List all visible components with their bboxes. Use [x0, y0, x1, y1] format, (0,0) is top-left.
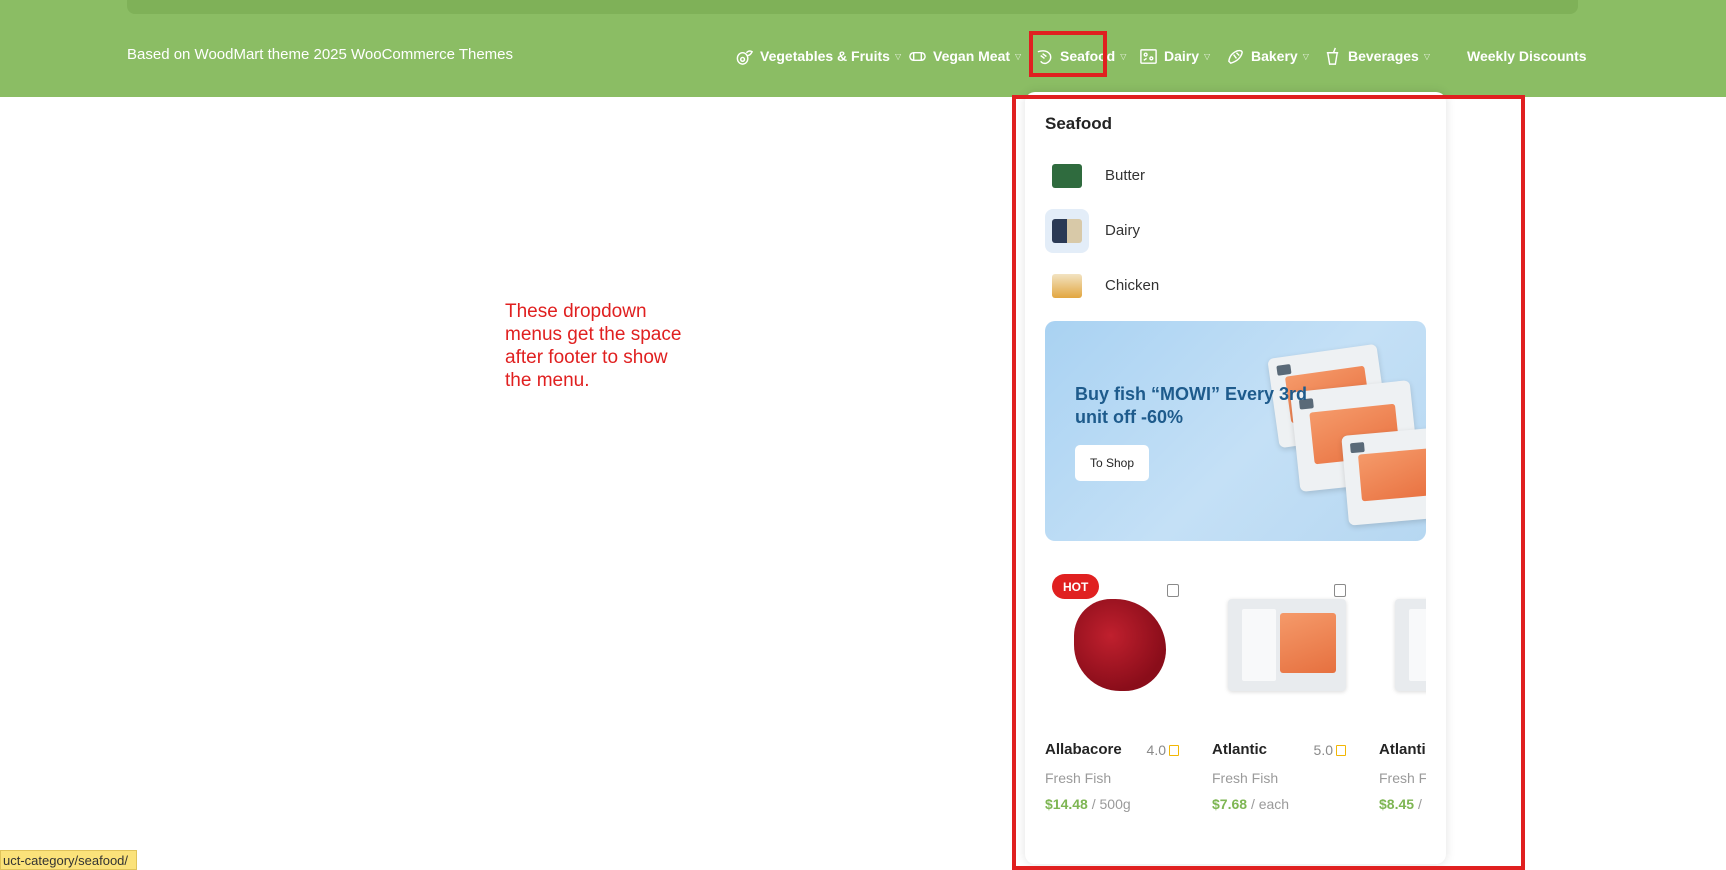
nav-item-dairy[interactable]: Dairy ▽: [1139, 36, 1210, 76]
nav-item-beverages[interactable]: Beverages ▽: [1323, 36, 1430, 76]
site-tagline[interactable]: Based on WoodMart theme 2025 WooCommerce…: [127, 46, 513, 63]
chevron-down-icon: ▽: [1423, 51, 1430, 61]
status-bar-url: uct-category/seafood/: [0, 850, 138, 870]
nav-label: Dairy: [1164, 48, 1200, 64]
nav-label: Weekly Discounts: [1467, 48, 1587, 64]
chevron-down-icon: ▽: [1120, 51, 1127, 61]
nav-label: Bakery: [1251, 48, 1298, 64]
nav-item-weekly-discounts[interactable]: Weekly Discounts: [1467, 36, 1587, 76]
annotation-note: These dropdown menus get the space after…: [505, 301, 682, 391]
chevron-down-icon: ▽: [1302, 51, 1309, 61]
nav-label: Vegetables & Fruits: [760, 48, 890, 64]
annotation-highlight-seafood: [1029, 31, 1107, 77]
nav-label: Beverages: [1348, 48, 1419, 64]
nav-item-bakery[interactable]: Bakery ▽: [1226, 36, 1309, 76]
chevron-down-icon: ▽: [1204, 51, 1211, 61]
cup-icon: [1326, 47, 1339, 65]
chevron-down-icon: ▽: [1015, 51, 1022, 61]
croissant-icon: [1228, 49, 1243, 64]
sausage-icon: [909, 51, 926, 61]
top-bar-strip: [127, 0, 1578, 14]
nav-label: Vegan Meat: [933, 48, 1011, 64]
avocado-icon: [736, 49, 754, 65]
annotation-highlight-dropdown: [1012, 95, 1525, 870]
cheese-icon: [1140, 48, 1157, 64]
site-header: Based on WoodMart theme 2025 WooCommerce…: [0, 0, 1726, 97]
nav-item-vegan-meat[interactable]: Vegan Meat ▽: [908, 36, 1021, 76]
chevron-down-icon: ▽: [894, 51, 902, 61]
nav-item-vegetables-fruits[interactable]: Vegetables & Fruits ▽: [735, 36, 901, 76]
